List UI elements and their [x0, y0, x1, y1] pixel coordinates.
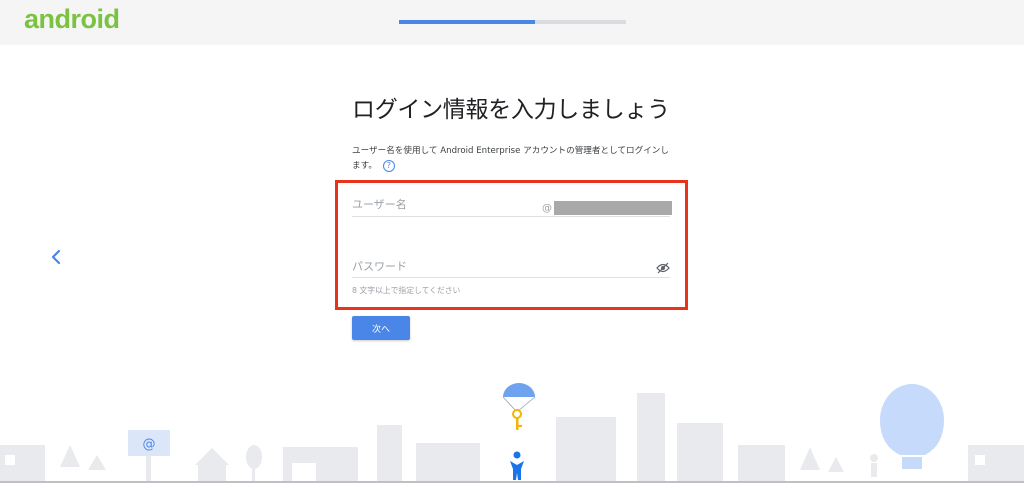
chevron-left-icon[interactable]: [46, 246, 68, 268]
subtitle-text: ユーザー名を使用して Android Enterprise アカウントの管理者と…: [352, 146, 669, 171]
page-title: ログイン情報を入力しましょう: [352, 97, 670, 123]
next-button[interactable]: 次へ: [352, 316, 410, 340]
domain-redacted: [554, 201, 672, 215]
page-subtitle: ユーザー名を使用して Android Enterprise アカウントの管理者と…: [352, 144, 674, 174]
username-input[interactable]: [352, 194, 532, 211]
android-logo: android: [24, 4, 120, 34]
progress-bar: [399, 20, 626, 24]
password-field-container: [352, 255, 670, 278]
progress-bar-fill: [399, 20, 536, 24]
header-bar: android: [0, 0, 1024, 45]
password-input[interactable]: [352, 256, 532, 273]
login-form-header: ログイン情報を入力しましょう ユーザー名を使用して Android Enterp…: [352, 90, 682, 174]
username-field-container: @: [352, 193, 672, 217]
password-hint: 8 文字以上で指定してください: [352, 286, 461, 295]
city-illustration: @: [0, 383, 1024, 483]
help-circle-icon[interactable]: ?: [382, 159, 395, 172]
domain-prefix: @: [542, 202, 552, 214]
eye-off-icon[interactable]: [656, 262, 670, 274]
billboard-text: @: [143, 437, 156, 452]
username-domain: @: [542, 201, 672, 215]
